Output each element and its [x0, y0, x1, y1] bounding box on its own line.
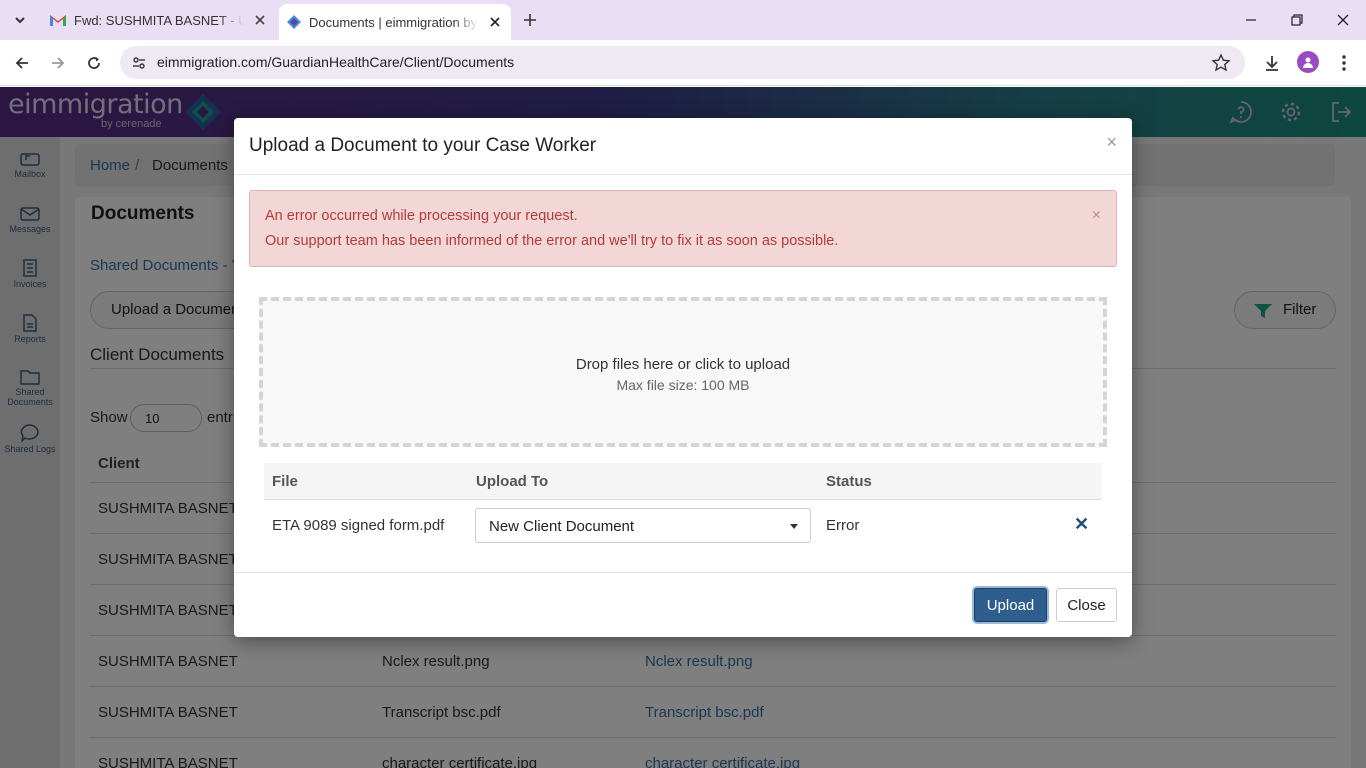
site-settings-icon[interactable] [128, 52, 150, 74]
error-detail: Our support team has been informed of th… [265, 233, 839, 249]
caret-down-icon [790, 524, 798, 529]
forward-button[interactable] [46, 51, 70, 75]
file-dropzone[interactable]: Drop files here or click to upload Max f… [259, 297, 1107, 447]
file-row: ETA 9089 signed form.pdf New Client Docu… [264, 501, 1102, 551]
upload-document-modal: Upload a Document to your Case Worker × … [234, 118, 1132, 637]
upload-to-select[interactable]: New Client Document [475, 508, 811, 543]
error-message: An error occurred while processing your … [265, 208, 578, 224]
tab-list-button[interactable] [8, 8, 32, 32]
upload-button[interactable]: Upload [974, 588, 1047, 622]
remove-file-icon[interactable]: ✕ [1074, 514, 1089, 535]
arrow-left-icon [15, 57, 28, 69]
column-header-upload-to: Upload To [476, 473, 549, 490]
address-bar[interactable]: eimmigration.com/GuardianHealthCare/Clie… [120, 46, 1245, 79]
tab-close-icon[interactable] [487, 14, 503, 30]
url-text[interactable]: eimmigration.com/GuardianHealthCare/Clie… [157, 54, 514, 70]
tab-documents[interactable]: Documents | eimmigration by C [279, 4, 511, 40]
new-tab-button[interactable] [518, 8, 542, 32]
close-icon [1337, 14, 1349, 26]
back-button[interactable] [10, 51, 34, 75]
eimmigration-icon [287, 15, 301, 29]
dropzone-max-size: Max file size: 100 MB [616, 377, 750, 393]
downloads-button[interactable] [1260, 51, 1284, 75]
restore-icon [1291, 14, 1303, 26]
browser-tabbar: Fwd: SUSHMITA BASNET - User Documents | … [0, 0, 1366, 40]
tab-title: Fwd: SUSHMITA BASNET - User [74, 12, 244, 28]
tab-close-icon[interactable] [252, 12, 268, 28]
bookmark-star-icon[interactable] [1211, 53, 1231, 73]
avatar-icon [1303, 57, 1313, 68]
minimize-icon [1246, 19, 1256, 21]
file-table-header: File Upload To Status [264, 463, 1102, 500]
browser-toolbar: eimmigration.com/GuardianHealthCare/Clie… [0, 40, 1366, 86]
browser-menu-button[interactable] [1332, 51, 1356, 75]
tab-gmail[interactable]: Fwd: SUSHMITA BASNET - User [40, 4, 276, 36]
file-status: Error [826, 517, 860, 534]
arrow-right-icon [52, 57, 65, 69]
minimize-button[interactable] [1239, 8, 1263, 32]
profile-avatar[interactable] [1297, 51, 1319, 73]
divider [234, 572, 1132, 573]
window-close-button[interactable] [1331, 8, 1355, 32]
file-name: ETA 9089 signed form.pdf [272, 517, 445, 534]
divider [234, 174, 1132, 175]
alert-dismiss-icon[interactable]: × [1092, 207, 1101, 225]
error-alert: An error occurred while processing your … [249, 190, 1117, 267]
tab-title: Documents | eimmigration by C [309, 14, 479, 30]
modal-close-icon[interactable]: × [1106, 132, 1117, 153]
close-button[interactable]: Close [1056, 588, 1117, 622]
gmail-icon [50, 15, 66, 26]
dropzone-message: Drop files here or click to upload [575, 356, 791, 373]
reload-button[interactable] [82, 51, 106, 75]
reload-icon [88, 57, 100, 69]
download-icon [1266, 56, 1278, 71]
restore-button[interactable] [1285, 8, 1309, 32]
more-vert-icon [1342, 55, 1346, 71]
modal-title: Upload a Document to your Case Worker [249, 135, 597, 156]
plus-icon [524, 14, 536, 26]
upload-to-value: New Client Document [489, 518, 635, 535]
chevron-down-icon [15, 17, 25, 24]
column-header-file: File [272, 473, 298, 490]
column-header-status: Status [826, 473, 872, 490]
